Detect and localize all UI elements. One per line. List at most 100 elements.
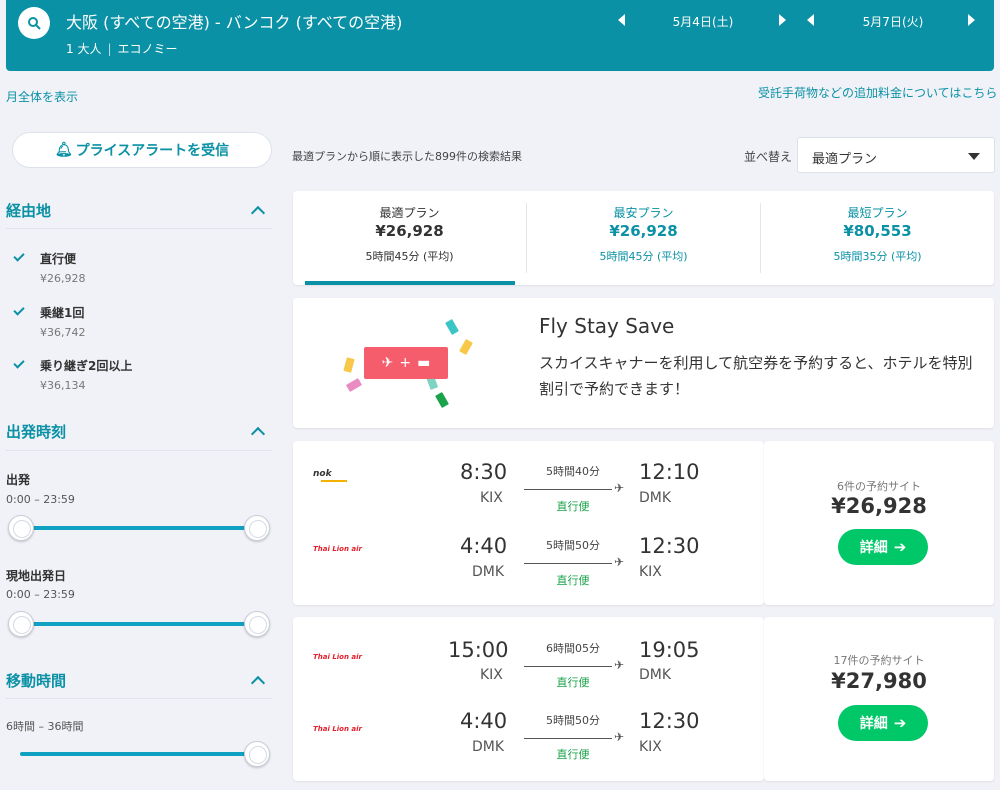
arrival-time: 19:05 bbox=[639, 638, 700, 662]
confetti bbox=[459, 338, 473, 356]
show-month-link[interactable]: 月全体を表示 bbox=[6, 88, 78, 105]
confetti bbox=[435, 391, 449, 409]
tab-duration: 5時間45分 (平均) bbox=[365, 250, 454, 263]
flight-card[interactable]: Thai Lion air 15:00 KIX 6時間05分 ✈ 直行便 19:… bbox=[293, 617, 764, 781]
tab-duration: 5時間35分 (平均) bbox=[833, 250, 922, 263]
return-date[interactable]: 5月7日(火) bbox=[833, 13, 953, 30]
departure-time: 15:00 bbox=[448, 638, 509, 662]
airplane-icon: ✈ bbox=[381, 355, 394, 371]
depart-next-arrow-icon[interactable] bbox=[779, 14, 786, 26]
arrival-time: 12:10 bbox=[639, 460, 700, 484]
price-alert-button[interactable]: 🔔︎ プライスアラートを受信 bbox=[12, 132, 272, 168]
tab-price: ¥26,928 bbox=[609, 222, 678, 240]
duration-slider[interactable] bbox=[20, 752, 256, 756]
bed-icon: ▬ bbox=[417, 355, 431, 371]
airplane-icon: ✈ bbox=[614, 555, 625, 569]
arrival-time: 12:30 bbox=[639, 709, 700, 733]
departure-time: 4:40 bbox=[460, 534, 508, 558]
details-button[interactable]: 詳細 ➔ bbox=[838, 705, 928, 741]
tab-label: 最短プラン bbox=[847, 206, 908, 220]
arrival-airport: DMK bbox=[639, 490, 672, 506]
sort-tabs: 最適プラン ¥26,928 5時間45分 (平均) 最安プラン ¥26,928 … bbox=[293, 191, 994, 285]
details-button[interactable]: 詳細 ➔ bbox=[838, 529, 928, 565]
arrival-airport: KIX bbox=[639, 564, 662, 580]
chevron-down-icon bbox=[968, 153, 980, 160]
departure-time: 4:40 bbox=[460, 709, 508, 733]
duration-section-title[interactable]: 移動時間 bbox=[6, 670, 66, 691]
details-label: 詳細 bbox=[859, 540, 888, 556]
flight-price-panel: 17件の予約サイト ¥27,980 詳細 ➔ bbox=[764, 617, 994, 781]
outbound-time-slider[interactable] bbox=[20, 526, 256, 530]
departure-time-collapse-icon[interactable] bbox=[250, 426, 266, 442]
arrival-airport: DMK bbox=[639, 667, 672, 683]
return-prev-arrow-icon[interactable] bbox=[807, 14, 814, 26]
active-tab-indicator bbox=[305, 281, 515, 285]
arrow-right-icon: ➔ bbox=[893, 714, 907, 732]
duration-collapse-icon[interactable] bbox=[250, 675, 266, 691]
return-time-min-handle[interactable] bbox=[8, 611, 34, 637]
return-time-max-handle[interactable] bbox=[244, 611, 270, 637]
departure-time-section-title[interactable]: 出発時刻 bbox=[6, 421, 66, 442]
fly-stay-save-banner[interactable]: ✈ + ▬ Fly Stay Save スカイスキャナーを利用して航空券を予約す… bbox=[293, 298, 994, 428]
tab-best[interactable]: 最適プラン ¥26,928 5時間45分 (平均) bbox=[293, 191, 526, 285]
arrival-time: 12:30 bbox=[639, 534, 700, 558]
tab-label: 最安プラン bbox=[613, 206, 674, 220]
arrival-airport: KIX bbox=[639, 739, 662, 755]
flight-card[interactable]: nok 8:30 KIX 5時間40分 ✈ 直行便 12:10 DMK Thai… bbox=[293, 441, 764, 605]
checkbox-one-stop[interactable] bbox=[13, 304, 25, 316]
flight-price: ¥26,928 bbox=[831, 494, 927, 518]
duration-max-handle[interactable] bbox=[244, 741, 270, 767]
divider bbox=[6, 698, 272, 699]
tab-duration: 5時間45分 (平均) bbox=[599, 250, 688, 263]
flight-hotel-badge: ✈ + ▬ bbox=[364, 347, 448, 379]
passenger-cabin[interactable]: 1 大人 | エコノミー bbox=[66, 40, 178, 57]
stop-option-label[interactable]: 乗り継ぎ2回以上 bbox=[40, 357, 132, 374]
plus-icon: + bbox=[399, 355, 412, 371]
stop-option-label[interactable]: 直行便 bbox=[40, 250, 76, 267]
stops-info: 直行便 bbox=[556, 676, 590, 689]
depart-prev-arrow-icon[interactable] bbox=[618, 14, 625, 26]
return-time-range: 0:00 – 23:59 bbox=[6, 588, 75, 601]
promo-title: Fly Stay Save bbox=[539, 314, 675, 338]
outbound-time-max-handle[interactable] bbox=[244, 515, 270, 541]
arrow-right-icon: ➔ bbox=[893, 538, 907, 556]
sort-select[interactable]: 最適プラン bbox=[797, 137, 995, 173]
return-time-label: 現地出発日 bbox=[6, 569, 67, 583]
stop-option-label[interactable]: 乗継1回 bbox=[40, 304, 84, 321]
search-button[interactable] bbox=[18, 7, 50, 39]
checkbox-two-plus-stops[interactable] bbox=[13, 357, 25, 369]
departure-airport: KIX bbox=[480, 490, 503, 506]
extra-fees-link[interactable]: 受託手荷物などの追加料金についてはこちら bbox=[758, 84, 997, 101]
flight-duration: 6時間05分 bbox=[546, 642, 600, 655]
stops-info: 直行便 bbox=[556, 748, 590, 761]
sort-label: 並べ替え bbox=[744, 150, 793, 164]
confetti bbox=[343, 357, 355, 373]
divider bbox=[6, 228, 272, 229]
search-header: 大阪 (すべての空港) - バンコク (すべての空港) 1 大人 | エコノミー 5… bbox=[6, 0, 994, 71]
flight-line bbox=[524, 563, 612, 564]
outbound-time-min-handle[interactable] bbox=[8, 515, 34, 541]
duration-range: 6時間 – 36時間 bbox=[6, 720, 84, 733]
tab-cheapest[interactable]: 最安プラン ¥26,928 5時間45分 (平均) bbox=[527, 191, 760, 285]
checkbox-direct[interactable] bbox=[13, 250, 25, 262]
airline-logo: Thai Lion air bbox=[313, 545, 362, 553]
stops-collapse-icon[interactable] bbox=[250, 205, 266, 221]
details-label: 詳細 bbox=[859, 716, 888, 732]
promo-text: スカイスキャナーを利用して航空券を予約すると、ホテルを特別割引で予約できます！ bbox=[539, 354, 973, 398]
flight-line bbox=[524, 738, 612, 739]
departure-airport: DMK bbox=[472, 564, 505, 580]
tab-fastest[interactable]: 最短プラン ¥80,553 5時間35分 (平均) bbox=[761, 191, 994, 285]
depart-date[interactable]: 5月4日(土) bbox=[643, 13, 763, 30]
return-time-slider[interactable] bbox=[20, 622, 256, 626]
tab-price: ¥26,928 bbox=[375, 222, 444, 240]
stops-section-title[interactable]: 経由地 bbox=[6, 200, 51, 221]
flight-duration: 5時間50分 bbox=[546, 539, 600, 552]
stops-info: 直行便 bbox=[556, 500, 590, 513]
return-next-arrow-icon[interactable] bbox=[968, 14, 975, 26]
route-title[interactable]: 大阪 (すべての空港) - バンコク (すべての空港) bbox=[66, 9, 402, 33]
tab-price: ¥80,553 bbox=[843, 222, 912, 240]
airplane-icon: ✈ bbox=[614, 481, 625, 495]
flight-line bbox=[524, 666, 612, 667]
departure-time: 8:30 bbox=[460, 460, 508, 484]
stop-option-price: ¥36,134 bbox=[40, 379, 86, 392]
